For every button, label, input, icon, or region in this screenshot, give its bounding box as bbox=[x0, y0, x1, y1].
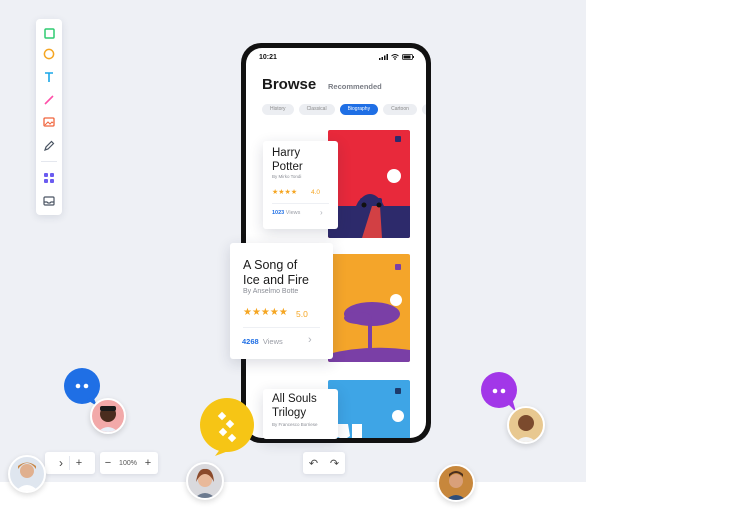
chevron-right-icon[interactable]: › bbox=[320, 208, 323, 217]
grid-icon[interactable] bbox=[42, 171, 56, 185]
book-title: A Song of Ice and Fire bbox=[243, 258, 309, 288]
rating-value: 4.0 bbox=[311, 189, 321, 196]
page-title: Browse bbox=[262, 76, 317, 93]
tab-recommended[interactable]: Recommended bbox=[328, 82, 382, 91]
status-icons bbox=[379, 54, 414, 60]
avatar[interactable] bbox=[437, 464, 475, 502]
rating-value: 5.0 bbox=[296, 309, 308, 319]
book-card-harry-potter[interactable]: Harry Potter By Mirko Tondi ★★★★ 4.0 102… bbox=[263, 141, 338, 229]
chip-classical[interactable]: Classical bbox=[298, 104, 335, 115]
card-divider bbox=[243, 327, 320, 328]
circle-icon[interactable] bbox=[42, 47, 56, 61]
chip-history[interactable]: History bbox=[262, 104, 294, 115]
zoom-in-button[interactable]: + bbox=[140, 452, 156, 474]
history-controls: ↶ ↷ bbox=[303, 452, 345, 474]
book-title-line1: A Song of bbox=[243, 258, 298, 272]
avatar[interactable] bbox=[90, 398, 126, 434]
tool-palette bbox=[36, 19, 62, 215]
views-text: 4268 Views bbox=[242, 337, 283, 346]
book-card-all-souls-trilogy[interactable]: All Souls Trilogy By Francesco Borriese bbox=[263, 389, 338, 439]
chevron-right-icon[interactable]: › bbox=[308, 334, 312, 346]
star-rating: ★★★★★ bbox=[243, 307, 288, 318]
page-nav-controls: › + bbox=[45, 452, 95, 474]
square-icon[interactable] bbox=[42, 26, 56, 40]
book-title-line2: Trilogy bbox=[272, 406, 307, 419]
book-author: By Francesco Borriese bbox=[272, 422, 318, 427]
undo-icon[interactable]: ↶ bbox=[303, 452, 324, 474]
chip-cartoon[interactable]: Cartoon bbox=[383, 104, 417, 115]
inbox-icon[interactable] bbox=[42, 194, 56, 208]
avatar[interactable] bbox=[8, 455, 46, 493]
signal-icon bbox=[379, 54, 388, 60]
card-divider bbox=[272, 203, 329, 204]
image-icon[interactable] bbox=[42, 115, 56, 129]
views-count: 1023 bbox=[272, 210, 285, 216]
app-stage: 10:21 Browse Recommended History Classic… bbox=[0, 0, 732, 516]
line-icon[interactable] bbox=[42, 93, 56, 107]
avatar[interactable] bbox=[507, 406, 545, 444]
book-author: By Anselmo Botte bbox=[243, 288, 299, 295]
book-cover-harry-potter[interactable] bbox=[328, 130, 410, 238]
pencil-icon[interactable] bbox=[42, 139, 56, 153]
star-rating: ★★★★ bbox=[272, 189, 298, 196]
chat-bubble-yellow bbox=[199, 398, 257, 461]
chip-biography[interactable]: Biography bbox=[339, 104, 379, 115]
avatar[interactable] bbox=[186, 462, 224, 500]
zoom-out-button[interactable]: − bbox=[100, 452, 116, 474]
book-cover-song-of-ice-and-fire[interactable] bbox=[328, 254, 410, 362]
book-author: By Mirko Tondi bbox=[272, 174, 302, 179]
battery-icon bbox=[402, 54, 414, 60]
add-page-button[interactable]: + bbox=[70, 452, 88, 474]
zoom-level: 100% bbox=[119, 459, 137, 467]
zoom-controls: − 100% + bbox=[100, 452, 158, 474]
book-title-line1: Harry bbox=[272, 147, 301, 159]
category-chips: History Classical Biography Cartoon N bbox=[262, 104, 426, 115]
redo-icon[interactable]: ↷ bbox=[324, 452, 345, 474]
chevron-right-icon[interactable]: › bbox=[53, 452, 69, 474]
tool-divider bbox=[41, 161, 57, 162]
book-title: Harry Potter bbox=[272, 147, 303, 175]
chip-more[interactable]: N bbox=[421, 104, 426, 115]
views-text: 1023 Views bbox=[272, 210, 300, 216]
views-count: 4268 bbox=[242, 337, 259, 346]
views-label: Views bbox=[285, 210, 301, 216]
wifi-icon bbox=[391, 54, 399, 60]
book-title: All Souls Trilogy bbox=[272, 393, 317, 421]
views-label: Views bbox=[262, 337, 283, 346]
book-cover-all-souls-trilogy[interactable] bbox=[328, 380, 410, 438]
book-card-song-of-ice-and-fire[interactable]: A Song of Ice and Fire By Anselmo Botte … bbox=[230, 243, 333, 359]
book-title-line1: All Souls bbox=[272, 393, 317, 405]
status-time: 10:21 bbox=[259, 54, 277, 61]
text-icon[interactable] bbox=[42, 70, 56, 84]
book-title-line2: Ice and Fire bbox=[243, 273, 310, 287]
book-title-line2: Potter bbox=[272, 160, 303, 173]
